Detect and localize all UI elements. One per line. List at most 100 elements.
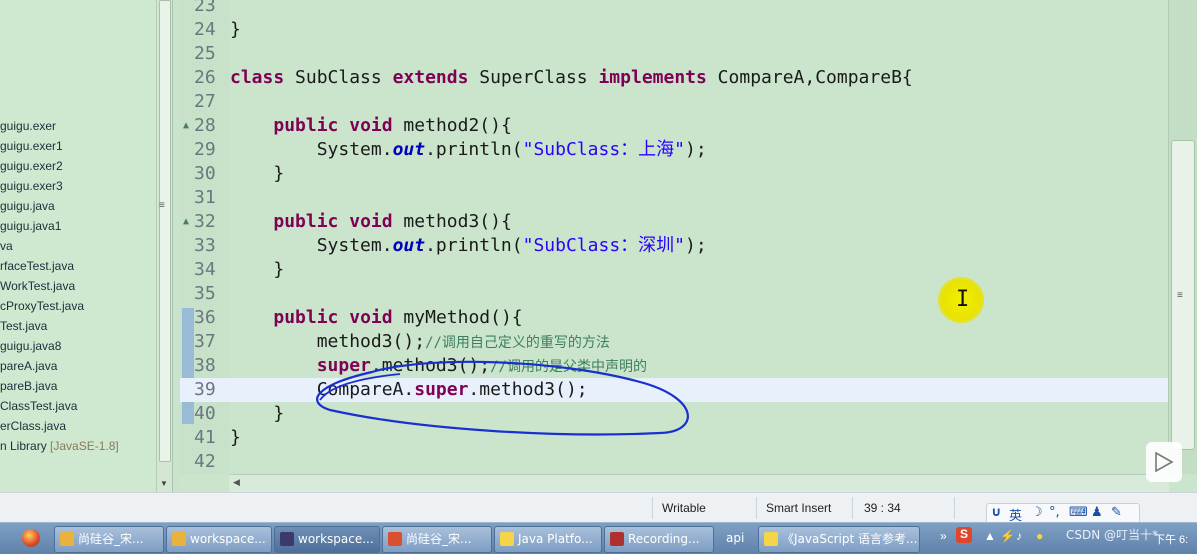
- code-line[interactable]: 42: [180, 450, 1170, 474]
- line-number: 27: [194, 91, 216, 112]
- chrome-icon[interactable]: [22, 529, 40, 547]
- line-number: 25: [194, 43, 216, 64]
- line-number: 36: [194, 307, 216, 328]
- explorer-tree-item[interactable]: erClass.java: [0, 416, 119, 436]
- explorer-tree-item[interactable]: guigu.exer: [0, 116, 119, 136]
- explorer-tree-item[interactable]: guigu.java1: [0, 216, 119, 236]
- code-line[interactable]: 40 }: [180, 402, 1170, 426]
- code-line[interactable]: 34 }: [180, 258, 1170, 282]
- explorer-tree-item[interactable]: guigu.exer3: [0, 176, 119, 196]
- taskbar-button[interactable]: 《JavaScript 语言参考...: [758, 526, 920, 553]
- ime-moon-icon[interactable]: ☽: [1031, 505, 1043, 520]
- taskbar-button[interactable]: Java Platfo...: [494, 526, 602, 553]
- explorer-tree-item[interactable]: rfaceTest.java: [0, 256, 119, 276]
- ime-settings-icon[interactable]: ✎: [1111, 505, 1122, 520]
- app-icon: [764, 532, 778, 546]
- explorer-tree-item[interactable]: pareA.java: [0, 356, 119, 376]
- explorer-tree-item[interactable]: guigu.exer2: [0, 156, 119, 176]
- editor-horizontal-scrollbar[interactable]: ◀: [229, 474, 1169, 493]
- code-line[interactable]: 29 System.out.println("SubClass：上海");: [180, 138, 1170, 162]
- taskbar-clock[interactable]: 下午 6:: [1154, 531, 1188, 547]
- line-number: 33: [194, 235, 216, 256]
- code-line[interactable]: 36 public void myMethod(){: [180, 306, 1170, 330]
- explorer-tree-item[interactable]: va: [0, 236, 119, 256]
- code-line[interactable]: 31: [180, 186, 1170, 210]
- explorer-tree-item[interactable]: guigu.exer1: [0, 136, 119, 156]
- code-token-str: "SubClass：深圳": [522, 235, 685, 256]
- code-line[interactable]: 38 super.method3();//调用的是父类中声明的: [180, 354, 1170, 378]
- taskbar-button[interactable]: 尚硅谷_宋...: [54, 526, 164, 553]
- ime-keyboard-icon[interactable]: ⌨: [1069, 505, 1088, 520]
- taskbar-button[interactable]: workspace...: [166, 526, 272, 553]
- scroll-down-arrow-icon[interactable]: ▼: [160, 479, 168, 488]
- override-marker-icon[interactable]: ▲: [183, 210, 189, 234]
- code-line[interactable]: 23: [180, 0, 1170, 18]
- taskbar-button[interactable]: 尚硅谷_宋...: [382, 526, 492, 553]
- code-line[interactable]: 33 System.out.println("SubClass：深圳");: [180, 234, 1170, 258]
- explorer-item-label: guigu.java8: [0, 339, 62, 353]
- line-number: 32: [194, 211, 216, 232]
- code-token-plain: SubClass: [284, 67, 393, 88]
- taskbar-button-label: 尚硅谷_宋...: [78, 532, 144, 546]
- code-area[interactable]: 23 24} 25 26 class SubClass extends SuperCla…: [180, 0, 1170, 474]
- code-token-plain: SuperClass: [468, 67, 599, 88]
- explorer-tree-item[interactable]: pareB.java: [0, 376, 119, 396]
- taskbar-more-button[interactable]: »: [940, 529, 947, 543]
- code-token-kw: class: [230, 67, 285, 88]
- line-number: 40: [194, 403, 216, 424]
- code-line[interactable]: 35: [180, 282, 1170, 306]
- editor-vertical-scrollbar[interactable]: ≡: [1168, 0, 1197, 474]
- code-line[interactable]: 37 method3();//调用自己定义的重写的方法: [180, 330, 1170, 354]
- text-cursor-icon: I: [956, 287, 970, 312]
- insert-mode-status: Smart Insert: [766, 501, 832, 515]
- explorer-tree-item[interactable]: Test.java: [0, 316, 119, 336]
- explorer-tree-item[interactable]: ClassTest.java: [0, 396, 119, 416]
- code-line[interactable]: 27: [180, 90, 1170, 114]
- security-icon[interactable]: ●: [1036, 529, 1043, 543]
- code-editor[interactable]: 23 24} 25 26 class SubClass extends SuperCla…: [180, 0, 1197, 493]
- current-code-line[interactable]: 39 CompareA.super.method3();: [180, 378, 1170, 402]
- volume-icon[interactable]: ♪: [1016, 529, 1022, 543]
- code-token-cmt: //调用的是父类中声明的: [490, 359, 647, 375]
- code-token-plain: }: [230, 427, 241, 448]
- code-line[interactable]: 28 ▲ public void method2(){: [180, 114, 1170, 138]
- code-line[interactable]: 24}: [180, 18, 1170, 42]
- scroll-left-arrow-icon[interactable]: ◀: [233, 477, 240, 488]
- explorer-tree-item[interactable]: guigu.java8: [0, 336, 119, 356]
- taskbar-button-label: 《JavaScript 语言参考...: [782, 532, 918, 546]
- play-button[interactable]: [1146, 442, 1182, 482]
- explorer-tree-item[interactable]: WorkTest.java: [0, 276, 119, 296]
- taskbar-button[interactable]: Recording...: [604, 526, 714, 553]
- code-token-field: out: [392, 139, 426, 160]
- code-line[interactable]: 32 ▲ public void method3(){: [180, 210, 1170, 234]
- editor-scroll-thumb[interactable]: [1171, 140, 1195, 450]
- ime-user-icon[interactable]: ♟: [1091, 505, 1103, 520]
- tray-expand-icon[interactable]: ▲: [984, 529, 996, 543]
- taskbar-button[interactable]: api: [722, 526, 752, 551]
- override-marker-icon[interactable]: ▲: [183, 114, 189, 138]
- code-text: super.method3();//调用的是父类中声明的: [230, 354, 647, 379]
- code-line[interactable]: 26 class SubClass extends SuperClass impl…: [180, 66, 1170, 90]
- code-line[interactable]: 41}: [180, 426, 1170, 450]
- explorer-tree-item[interactable]: cProxyTest.java: [0, 296, 119, 316]
- explorer-scroll-thumb[interactable]: [159, 0, 171, 462]
- network-icon[interactable]: ⚡: [1000, 529, 1015, 543]
- taskbar-button[interactable]: workspace...: [274, 526, 380, 553]
- code-token-plain: method3();: [230, 331, 426, 352]
- explorer-tree-item[interactable]: n Library [JavaSE-1.8]: [0, 436, 119, 456]
- explorer-item-label: guigu.java: [0, 199, 55, 213]
- ime-punctuation-icon[interactable]: °,: [1049, 505, 1060, 520]
- status-separator: [954, 497, 955, 519]
- explorer-item-label: guigu.exer: [0, 119, 57, 133]
- code-token-str: "SubClass：上海": [522, 139, 685, 160]
- code-line[interactable]: 25: [180, 42, 1170, 66]
- sogou-icon[interactable]: S: [956, 527, 972, 543]
- code-line[interactable]: 30 }: [180, 162, 1170, 186]
- explorer-scrollbar[interactable]: ≡ ▼: [156, 0, 172, 492]
- code-token-plain: }: [230, 19, 241, 40]
- cursor-position-status: 39 : 34: [864, 501, 901, 515]
- ime-logo-icon[interactable]: ∪: [991, 505, 1002, 520]
- explorer-tree-item[interactable]: guigu.java: [0, 196, 119, 216]
- code-token-plain: method2(){: [392, 115, 512, 136]
